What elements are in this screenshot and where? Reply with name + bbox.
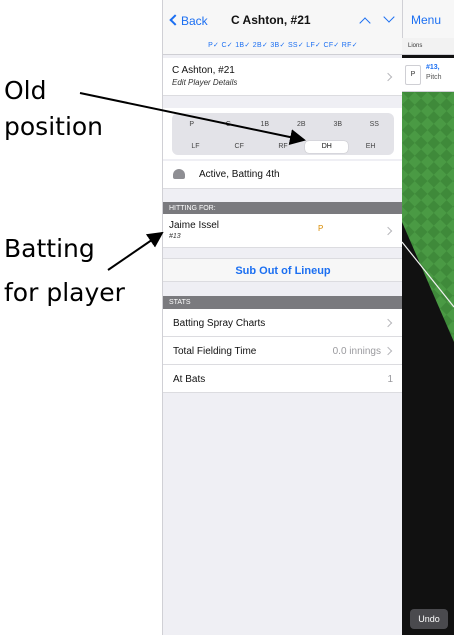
baseball-field-image <box>402 92 454 635</box>
at-bats-label: At Bats <box>173 374 206 385</box>
hitting-for-number: #13 <box>169 233 181 240</box>
status-text: Active, Batting 4th <box>199 169 280 180</box>
fielding-time-value: 0.0 innings <box>332 346 381 357</box>
position-option-ss[interactable]: SS <box>357 115 393 134</box>
position-option-lf[interactable]: LF <box>174 141 217 153</box>
hitting-for-row[interactable]: Jaime Issel #13 P <box>163 214 403 248</box>
annotation-for-player: for player <box>4 278 125 307</box>
at-bats-value: 1 <box>387 374 393 385</box>
lineup-role: Pitch <box>426 74 442 81</box>
page-title: C Ashton, #21 <box>231 13 311 27</box>
annotation-batting: Batting <box>4 234 95 263</box>
position-row-2: LF CF RF DH EH <box>174 135 392 153</box>
position-option-3b[interactable]: 3B <box>320 115 356 134</box>
lineup-card[interactable]: P #13, Pitch <box>402 58 454 92</box>
game-panel: Menu Lions P #13, Pitch Undo <box>402 0 454 635</box>
player-detail-panel: Back C Ashton, #21 P✓ C✓ 1B✓ 2B✓ 3B✓ SS✓… <box>162 0 403 635</box>
undo-button[interactable]: Undo <box>410 609 448 629</box>
hitting-for-position: P <box>318 224 324 233</box>
team-name: Lions <box>408 43 423 49</box>
position-option-eh[interactable]: EH <box>349 141 392 153</box>
navigation-bar: Back C Ashton, #21 <box>163 0 403 38</box>
position-checks: P✓ C✓ 1B✓ 2B✓ 3B✓ SS✓ LF✓ CF✓ RF✓ <box>163 38 403 55</box>
position-option-1b[interactable]: 1B <box>247 115 283 134</box>
game-navbar: Menu <box>402 0 454 38</box>
player-name: C Ashton, #21 <box>172 65 235 76</box>
chevron-right-icon <box>383 346 393 355</box>
chevron-right-icon <box>383 226 393 235</box>
chevron-right-icon <box>383 318 393 327</box>
chevron-up-icon[interactable] <box>359 17 371 29</box>
helmet-icon <box>173 169 185 179</box>
position-option-cf[interactable]: CF <box>218 141 261 153</box>
position-option-c[interactable]: C <box>211 115 247 134</box>
position-selector: P C 1B 2B 3B SS LF CF RF DH EH <box>163 108 403 159</box>
edit-player-label: Edit Player Details <box>172 78 238 87</box>
lineup-position: P <box>405 65 421 85</box>
stats-header: STATS <box>163 296 403 309</box>
team-bar: Lions <box>402 38 454 55</box>
chevron-down-icon[interactable] <box>383 11 395 23</box>
position-option-rf[interactable]: RF <box>262 141 305 153</box>
spray-charts-label: Batting Spray Charts <box>173 318 266 329</box>
position-option-p[interactable]: P <box>174 115 210 134</box>
annotation-position: position <box>4 112 104 141</box>
spray-charts-row[interactable]: Batting Spray Charts <box>163 309 403 337</box>
status-row: Active, Batting 4th <box>163 161 403 189</box>
chevron-left-icon <box>169 14 181 26</box>
annotation-old: Old <box>4 76 47 105</box>
position-grid: P C 1B 2B 3B SS LF CF RF DH EH <box>172 113 394 155</box>
fielding-time-row[interactable]: Total Fielding Time 0.0 innings <box>163 337 403 365</box>
edit-player-row[interactable]: C Ashton, #21 Edit Player Details <box>163 58 403 96</box>
batting-for-arrow <box>107 231 164 271</box>
lineup-number: #13, <box>426 64 440 71</box>
at-bats-row: At Bats 1 <box>163 365 403 393</box>
position-option-dh[interactable]: DH <box>305 140 349 153</box>
hitting-for-name: Jaime Issel <box>169 220 220 231</box>
fielding-time-label: Total Fielding Time <box>173 346 257 357</box>
sub-out-button[interactable]: Sub Out of Lineup <box>163 258 403 282</box>
menu-button[interactable]: Menu <box>411 13 441 27</box>
back-button[interactable]: Back <box>169 14 208 28</box>
chevron-right-icon <box>383 72 393 81</box>
back-label: Back <box>181 14 208 28</box>
position-option-2b[interactable]: 2B <box>284 115 320 134</box>
